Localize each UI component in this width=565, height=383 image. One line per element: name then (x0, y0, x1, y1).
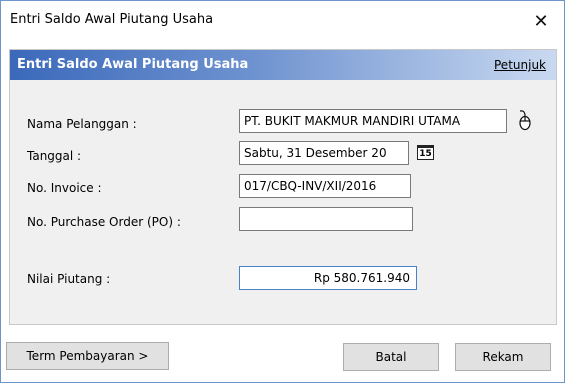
window-title: Entri Saldo Awal Piutang Usaha (10, 12, 214, 27)
calendar-icon[interactable]: 15 (417, 145, 434, 160)
po-field[interactable] (239, 207, 413, 231)
invoice-label: No. Invoice : (27, 181, 102, 195)
save-button[interactable]: Rekam (455, 343, 551, 371)
po-label: No. Purchase Order (PO) : (27, 215, 181, 229)
invoice-field[interactable]: 017/CBQ-INV/XII/2016 (239, 174, 411, 198)
amount-field[interactable]: Rp 580.761.940 (239, 266, 417, 290)
mouse-icon[interactable] (516, 109, 534, 131)
date-label: Tanggal : (27, 149, 82, 163)
customer-label: Nama Pelanggan : (27, 117, 137, 131)
header-banner: Entri Saldo Awal Piutang Usaha Petunjuk (10, 50, 556, 80)
date-field[interactable]: Sabtu, 31 Desember 20 (239, 141, 409, 165)
term-pembayaran-button[interactable]: Term Pembayaran > (6, 342, 169, 370)
close-icon[interactable]: ✕ (518, 1, 564, 41)
customer-field[interactable]: PT. BUKIT MAKMUR MANDIRI UTAMA (239, 109, 507, 133)
form-panel: Entri Saldo Awal Piutang Usaha Petunjuk … (9, 49, 557, 325)
cancel-button[interactable]: Batal (343, 343, 439, 371)
dialog-window: Entri Saldo Awal Piutang Usaha ✕ Entri S… (0, 0, 565, 383)
banner-title: Entri Saldo Awal Piutang Usaha (17, 57, 249, 72)
amount-label: Nilai Piutang : (27, 272, 111, 286)
title-bar: Entri Saldo Awal Piutang Usaha ✕ (1, 1, 564, 41)
help-link[interactable]: Petunjuk (494, 58, 546, 72)
footer-divider (9, 324, 557, 325)
